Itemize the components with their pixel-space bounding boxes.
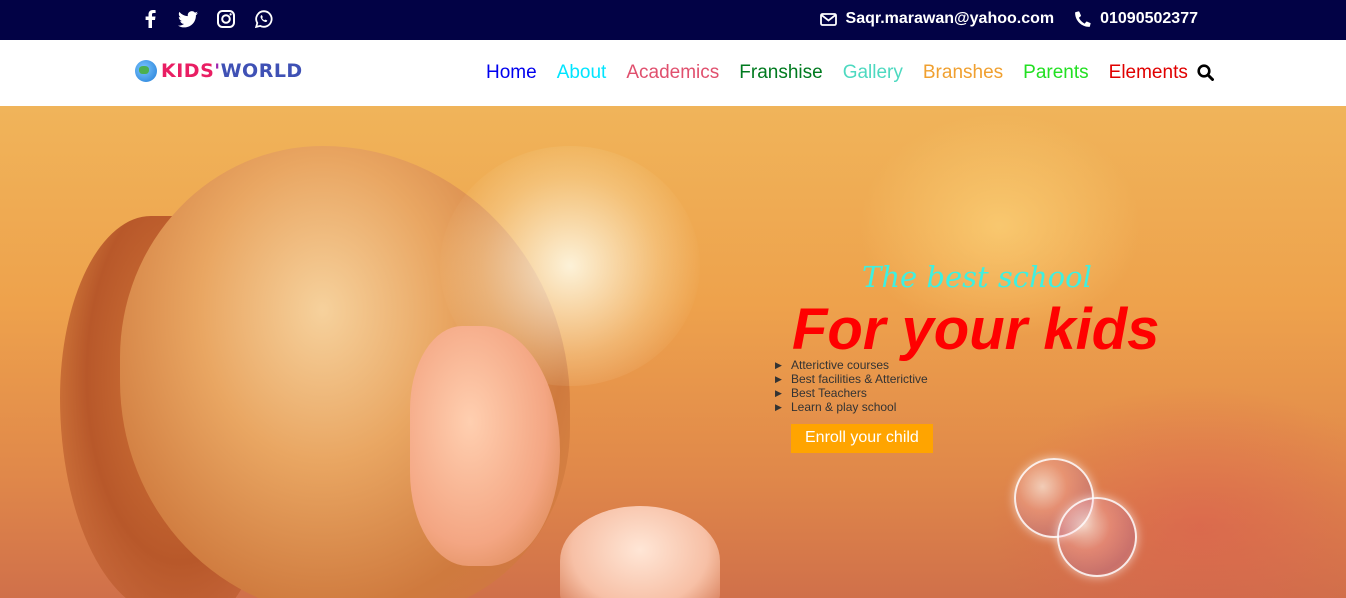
nav-branshes[interactable]: Branshes xyxy=(923,62,1003,84)
feature-item: ▶ Atterictive courses xyxy=(775,358,928,372)
bubble-graphic xyxy=(1057,497,1137,577)
nav-academics[interactable]: Academics xyxy=(626,62,719,84)
phone-icon xyxy=(1074,10,1092,28)
email-link[interactable]: Saqr.marawan@yahoo.com xyxy=(846,10,1055,28)
logo-world: WORLD xyxy=(220,60,303,82)
feature-item: ▶ Best Teachers xyxy=(775,386,928,400)
triangle-bullet-icon: ▶ xyxy=(775,388,782,398)
nav-about[interactable]: About xyxy=(557,62,607,84)
feature-text: Best Teachers xyxy=(791,386,867,400)
facebook-icon[interactable] xyxy=(140,9,160,29)
triangle-bullet-icon: ▶ xyxy=(775,360,782,370)
feature-item: ▶ Best facilities & Atterictive xyxy=(775,372,928,386)
feature-text: Learn & play school xyxy=(791,400,897,414)
twitter-icon[interactable] xyxy=(178,9,198,29)
nav-elements[interactable]: Elements xyxy=(1109,62,1188,84)
instagram-icon[interactable] xyxy=(216,9,236,29)
logo-wordmark: KIDS'WORLD xyxy=(161,60,303,82)
phone-link[interactable]: 01090502377 xyxy=(1100,10,1198,28)
feature-text: Best facilities & Atterictive xyxy=(791,372,928,386)
nav-franshise[interactable]: Franshise xyxy=(739,62,822,84)
envelope-icon xyxy=(820,10,838,28)
triangle-bullet-icon: ▶ xyxy=(775,374,782,384)
whatsapp-icon[interactable] xyxy=(254,9,274,29)
kids-world-logo[interactable]: KIDS'WORLD xyxy=(135,60,303,82)
contact-info: Saqr.marawan@yahoo.com 01090502377 xyxy=(820,10,1198,28)
social-links xyxy=(140,9,274,29)
nav-menu: Home About Academics Franshise Gallery B… xyxy=(486,62,1188,84)
triangle-bullet-icon: ▶ xyxy=(775,402,782,412)
nav-home[interactable]: Home xyxy=(486,62,537,84)
hero-headline: For your kids xyxy=(792,297,1160,362)
nav-parents[interactable]: Parents xyxy=(1023,62,1088,84)
feature-item: ▶ Learn & play school xyxy=(775,400,928,414)
globe-icon xyxy=(135,60,157,82)
enroll-button[interactable]: Enroll your child xyxy=(791,424,933,453)
hero-banner: The best school For your kids ▶ Attericti… xyxy=(0,106,1346,598)
hero-image-hand xyxy=(560,506,720,598)
top-bar: Saqr.marawan@yahoo.com 01090502377 xyxy=(0,0,1346,40)
main-navbar: KIDS'WORLD Home About Academics Franshis… xyxy=(0,40,1346,106)
search-icon[interactable] xyxy=(1197,64,1215,82)
feature-text: Atterictive courses xyxy=(791,358,890,372)
nav-gallery[interactable]: Gallery xyxy=(843,62,903,84)
feature-list: ▶ Atterictive courses ▶ Best facilities & … xyxy=(775,358,928,414)
logo-kids: KIDS xyxy=(161,60,215,82)
hero-tagline: The best school xyxy=(862,260,1092,294)
